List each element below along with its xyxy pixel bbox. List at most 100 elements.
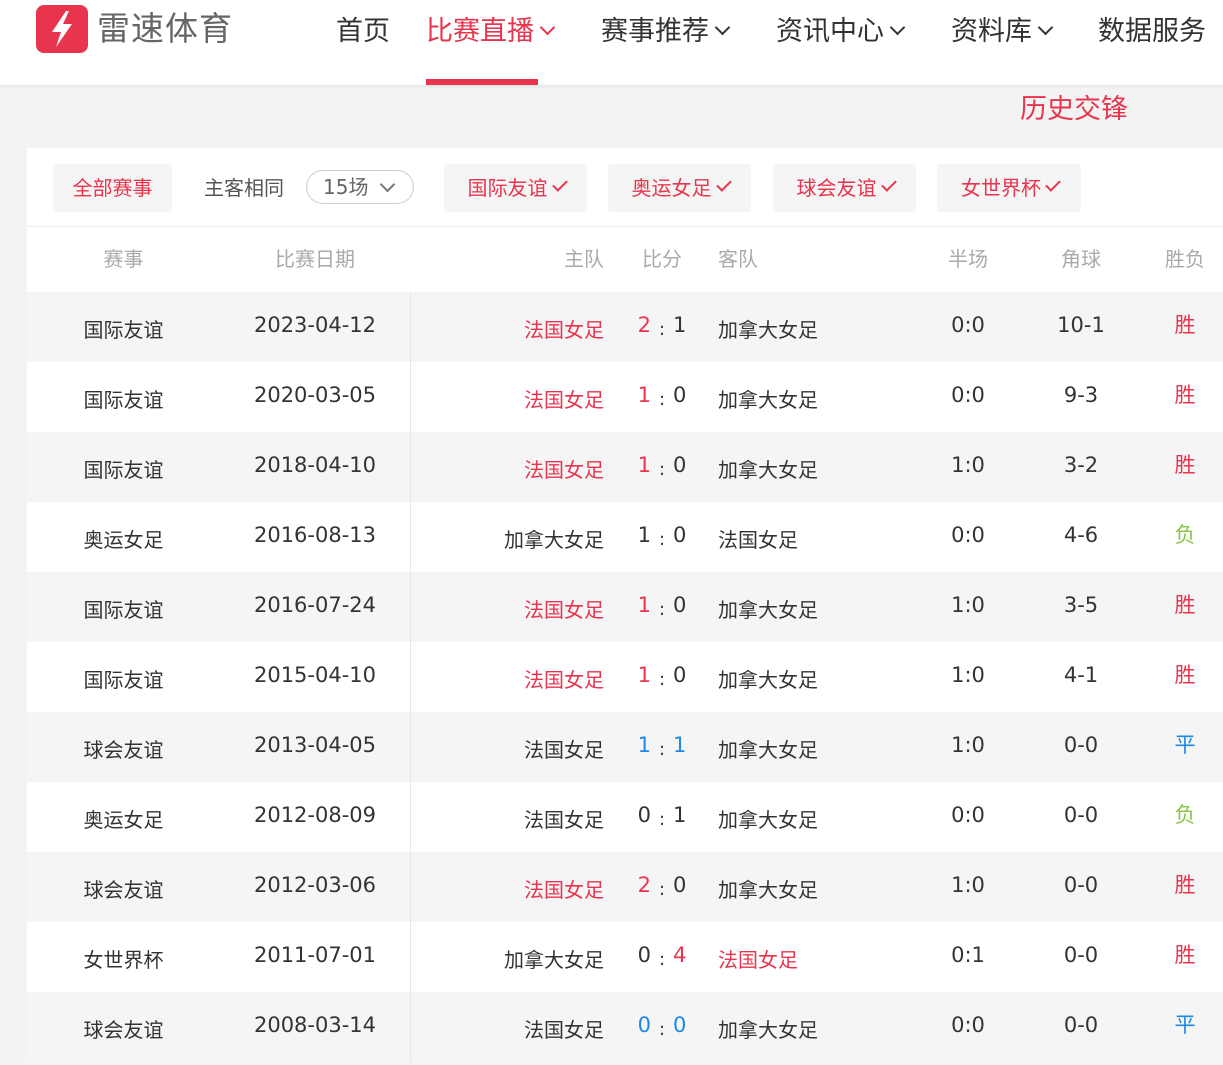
check-icon [880,176,897,192]
home-score: 0 [637,943,651,967]
cell-away-team[interactable]: 加拿大女足 [718,785,898,855]
table-row[interactable]: 国际友谊 2020-03-05 法国女足 1:0 加拿大女足 0:0 9-3 胜 [27,362,1223,432]
cell-score[interactable]: 0:4 [627,922,697,992]
cell-league[interactable]: 国际友谊 [27,645,220,715]
match-count-value: 15场 [323,175,369,199]
cell-date: 2013-04-05 [253,733,377,757]
cell-home-team[interactable]: 法国女足 [407,645,604,715]
logo-text[interactable]: 雷速体育 [97,5,233,53]
filter-chip-world-cup[interactable]: 女世界杯 [937,164,1081,212]
cell-league[interactable]: 国际友谊 [27,575,220,645]
same-home-away-toggle[interactable]: 主客相同 [204,164,284,212]
cell-score[interactable]: 2:0 [627,852,697,922]
nav-news[interactable]: 资讯中心 [776,10,906,54]
filter-chip-intl-friendly[interactable]: 国际友谊 [444,164,587,212]
lightning-logo-icon[interactable] [36,5,88,53]
table-row[interactable]: 球会友谊 2012-03-06 法国女足 2:0 加拿大女足 1:0 0-0 胜 [27,852,1223,922]
cell-date: 2012-08-09 [253,803,377,827]
chevron-down-icon [1037,19,1054,36]
score-separator: : [658,739,666,760]
table-row[interactable]: 奥运女足 2016-08-13 加拿大女足 1:0 法国女足 0:0 4-6 负 [27,502,1223,572]
cell-score[interactable]: 1:0 [627,362,697,432]
cell-away-team[interactable]: 加拿大女足 [718,645,898,715]
table-row[interactable]: 女世界杯 2011-07-01 加拿大女足 0:4 法国女足 0:1 0-0 胜 [27,922,1223,992]
cell-home-team[interactable]: 法国女足 [407,365,604,435]
table-row[interactable]: 国际友谊 2023-04-12 法国女足 2:1 加拿大女足 0:0 10-1 胜 [27,292,1223,362]
away-score: 1 [673,803,687,827]
chevron-down-icon [889,19,906,36]
cell-result: 平 [1174,1013,1196,1037]
cell-home-team[interactable]: 法国女足 [407,855,604,925]
cell-away-team[interactable]: 法国女足 [718,925,898,995]
nav-live[interactable]: 比赛直播 [426,10,556,54]
cell-home-team[interactable]: 法国女足 [407,785,604,855]
cell-home-team[interactable]: 加拿大女足 [407,505,604,575]
away-score: 0 [673,453,687,477]
cell-corners: 9-3 [1063,383,1099,407]
cell-away-team[interactable]: 加拿大女足 [718,995,898,1065]
nav-recommend-label: 赛事推荐 [601,16,709,47]
check-icon [715,176,732,192]
cell-away-team[interactable]: 加拿大女足 [718,435,898,505]
filter-all-button[interactable]: 全部赛事 [53,164,172,212]
cell-half-score: 0:0 [951,383,985,407]
cell-score[interactable]: 0:0 [627,992,697,1062]
cell-league[interactable]: 奥运女足 [27,505,220,575]
table-row[interactable]: 球会友谊 2013-04-05 法国女足 1:1 加拿大女足 1:0 0-0 平 [27,712,1223,782]
table-row[interactable]: 国际友谊 2015-04-10 法国女足 1:0 加拿大女足 1:0 4-1 胜 [27,642,1223,712]
cell-league[interactable]: 球会友谊 [27,855,220,925]
filter-chip-club-friendly[interactable]: 球会友谊 [773,164,916,212]
score-separator: : [658,459,666,480]
table-row[interactable]: 国际友谊 2018-04-10 法国女足 1:0 加拿大女足 1:0 3-2 胜 [27,432,1223,502]
home-score: 1 [637,383,651,407]
nav-data-service[interactable]: 数据服务 [1098,10,1206,54]
cell-result: 胜 [1174,313,1196,337]
cell-score[interactable]: 1:0 [627,642,697,712]
score-separator: : [658,389,666,410]
nav-recommend[interactable]: 赛事推荐 [601,10,731,54]
site-header: 雷速体育 首页 比赛直播 赛事推荐 资讯中心 资料库 数据服务 [0,0,1223,86]
away-score: 0 [673,593,687,617]
cell-half-score: 0:0 [951,313,985,337]
cell-league[interactable]: 女世界杯 [27,925,220,995]
cell-score[interactable]: 1:0 [627,432,697,502]
table-header: 赛事 比赛日期 主队 比分 客队 半场 角球 胜负 [27,227,1223,292]
cell-home-team[interactable]: 法国女足 [407,295,604,365]
match-count-select[interactable]: 15场 [306,170,414,204]
cell-home-team[interactable]: 法国女足 [407,575,604,645]
cell-home-team[interactable]: 加拿大女足 [407,925,604,995]
score-separator: : [658,879,666,900]
cell-home-team[interactable]: 法国女足 [407,435,604,505]
cell-away-team[interactable]: 加拿大女足 [718,715,898,785]
cell-score[interactable]: 1:0 [627,502,697,572]
cell-home-team[interactable]: 法国女足 [407,715,604,785]
cell-away-team[interactable]: 加拿大女足 [718,295,898,365]
table-row[interactable]: 球会友谊 2008-03-14 法国女足 0:0 加拿大女足 0:0 0-0 平 [27,992,1223,1062]
cell-league[interactable]: 国际友谊 [27,435,220,505]
cell-away-team[interactable]: 加拿大女足 [718,365,898,435]
filter-chip-olympic[interactable]: 奥运女足 [608,164,751,212]
cell-league[interactable]: 球会友谊 [27,995,220,1065]
cell-score[interactable]: 1:0 [627,572,697,642]
table-row[interactable]: 国际友谊 2016-07-24 法国女足 1:0 加拿大女足 1:0 3-5 胜 [27,572,1223,642]
cell-league[interactable]: 球会友谊 [27,715,220,785]
cell-league[interactable]: 国际友谊 [27,365,220,435]
nav-database[interactable]: 资料库 [951,10,1054,54]
cell-score[interactable]: 0:1 [627,782,697,852]
cell-league[interactable]: 国际友谊 [27,295,220,365]
home-score: 1 [637,663,651,687]
cell-away-team[interactable]: 法国女足 [718,505,898,575]
cell-away-team[interactable]: 加拿大女足 [718,855,898,925]
cell-score[interactable]: 2:1 [627,292,697,362]
cell-score[interactable]: 1:1 [627,712,697,782]
nav-live-label: 比赛直播 [426,16,534,47]
nav-home[interactable]: 首页 [336,10,390,54]
table-row[interactable]: 奥运女足 2012-08-09 法国女足 0:1 加拿大女足 0:0 0-0 负 [27,782,1223,852]
header-score: 比分 [642,247,682,271]
cell-home-team[interactable]: 法国女足 [407,995,604,1065]
cell-result: 胜 [1174,943,1196,967]
header-home: 主队 [564,247,604,271]
cell-league[interactable]: 奥运女足 [27,785,220,855]
cell-away-team[interactable]: 加拿大女足 [718,575,898,645]
nav-data-service-label: 数据服务 [1098,16,1206,47]
